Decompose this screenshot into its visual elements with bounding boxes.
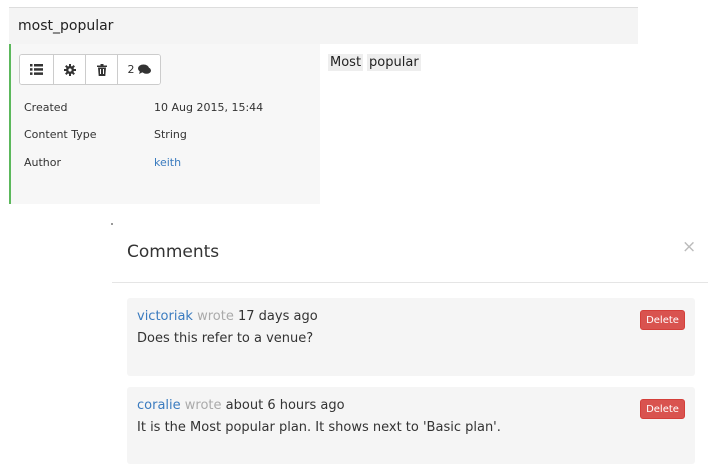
author-link[interactable]: keith	[154, 156, 181, 169]
list-view-button[interactable]	[20, 55, 54, 84]
comments-modal: Comments × victoriak wrote 17 days ago D…	[112, 228, 708, 473]
comment-wrote-text: wrote	[184, 398, 222, 413]
item-toolbar: 2	[19, 54, 161, 85]
comment-body: Does this refer to a venue?	[137, 331, 314, 346]
comment-count: 2	[127, 63, 135, 76]
delete-item-button[interactable]	[86, 55, 118, 84]
comment-body: It is the Most popular plan. It shows ne…	[137, 420, 501, 435]
divider-dot	[111, 223, 113, 225]
item-title: most_popular	[18, 18, 114, 34]
delete-comment-button[interactable]: Delete	[640, 399, 685, 419]
modal-title: Comments	[127, 242, 220, 262]
comment-header: coralie wrote about 6 hours ago	[137, 398, 345, 413]
close-icon[interactable]: ×	[682, 239, 696, 256]
modal-header: Comments ×	[112, 228, 708, 283]
comment-author-link[interactable]: coralie	[137, 398, 181, 413]
content-type-label: Content Type	[24, 128, 97, 141]
list-icon	[30, 64, 43, 75]
comments-button[interactable]: 2	[118, 55, 160, 84]
comment-timestamp: about 6 hours ago	[225, 398, 345, 413]
content-type-value: String	[154, 128, 187, 141]
word-token: popular	[367, 54, 421, 71]
comment-timestamp: 17 days ago	[238, 309, 318, 324]
item-details-panel: 2 Created 10 Aug 2015, 15:44 Content Typ…	[9, 44, 320, 204]
created-value: 10 Aug 2015, 15:44	[154, 101, 264, 114]
trash-icon	[96, 63, 107, 76]
gear-icon	[63, 63, 76, 76]
author-label: Author	[24, 156, 62, 169]
author-value-wrap: keith	[154, 156, 181, 169]
created-label: Created	[24, 101, 68, 114]
word-token: Most	[328, 54, 364, 71]
comment-item: victoriak wrote 17 days ago Does this re…	[127, 298, 695, 376]
settings-button[interactable]	[54, 55, 86, 84]
item-content: Most popular	[328, 54, 421, 71]
comment-item: coralie wrote about 6 hours ago It is th…	[127, 387, 695, 464]
delete-comment-button[interactable]: Delete	[640, 310, 685, 330]
comment-header: victoriak wrote 17 days ago	[137, 309, 318, 324]
comment-wrote-text: wrote	[197, 309, 234, 324]
comment-author-link[interactable]: victoriak	[137, 309, 193, 324]
comments-icon	[137, 64, 151, 74]
item-header: most_popular	[9, 7, 638, 44]
